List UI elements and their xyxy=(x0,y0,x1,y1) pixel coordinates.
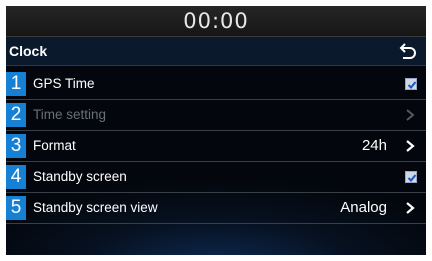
settings-list: 1 GPS Time 2 Time setting 3 Format 24h 4… xyxy=(6,69,426,224)
standby-screen-checkbox[interactable] xyxy=(405,171,417,183)
item-number-badge: 1 xyxy=(6,72,26,96)
chevron-right-icon xyxy=(406,202,415,214)
setting-row-time-setting: 2 Time setting xyxy=(6,100,426,131)
status-clock: 00:00 xyxy=(183,9,249,33)
setting-row-gps-time[interactable]: 1 GPS Time xyxy=(6,69,426,100)
checkmark-icon xyxy=(407,174,417,182)
item-number-badge: 5 xyxy=(6,196,26,220)
setting-row-standby-screen[interactable]: 4 Standby screen xyxy=(6,162,426,193)
status-bar: 00:00 xyxy=(6,6,426,37)
setting-label: GPS Time xyxy=(33,76,95,91)
checkmark-icon xyxy=(407,81,417,89)
item-number-badge: 3 xyxy=(6,134,26,158)
item-number-badge: 2 xyxy=(6,103,26,127)
setting-value: Analog xyxy=(340,199,387,216)
setting-label: Format xyxy=(33,138,76,153)
setting-label: Standby screen xyxy=(33,169,127,184)
setting-value: 24h xyxy=(361,137,387,154)
chevron-right-icon xyxy=(406,109,415,121)
item-number-badge: 4 xyxy=(6,165,26,189)
back-arrow-icon xyxy=(399,43,416,59)
setting-label: Standby screen view xyxy=(33,200,158,215)
gps-time-checkbox[interactable] xyxy=(405,78,417,90)
page-header: Clock xyxy=(6,37,426,66)
setting-row-format[interactable]: 3 Format 24h xyxy=(6,131,426,162)
setting-label: Time setting xyxy=(33,107,107,122)
setting-row-standby-screen-view[interactable]: 5 Standby screen view Analog xyxy=(6,193,426,224)
clock-settings-screen: 00:00 Clock 1 GPS Time 2 Time setting 3 … xyxy=(6,6,426,255)
back-button[interactable] xyxy=(394,39,420,63)
chevron-right-icon xyxy=(406,140,415,152)
page-title: Clock xyxy=(9,43,48,59)
